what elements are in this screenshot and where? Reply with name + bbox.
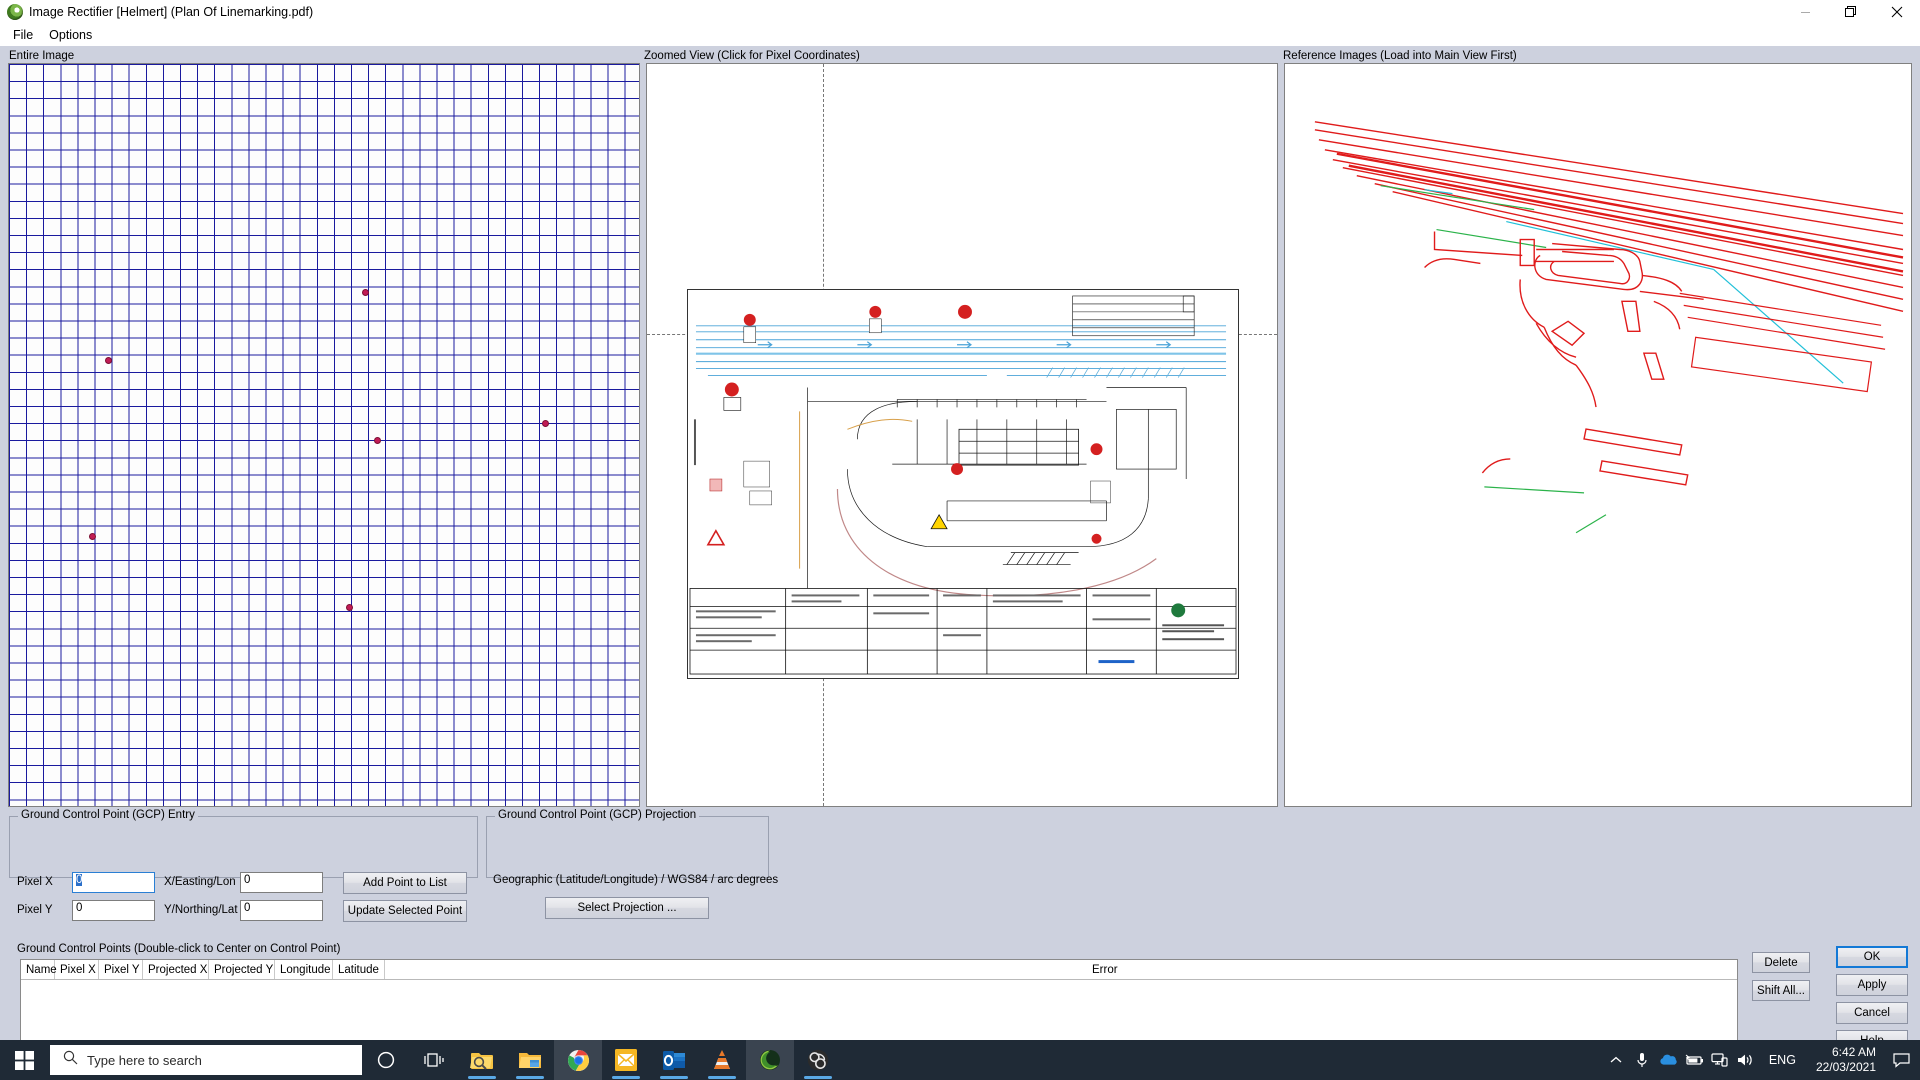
pixel-x-value: 0 <box>76 874 83 886</box>
onedrive-icon[interactable] <box>1655 1040 1681 1080</box>
pixel-x-label: Pixel X <box>17 876 53 888</box>
gcp-marker[interactable] <box>89 533 96 540</box>
clock[interactable]: 6:42 AM 22/03/2021 <box>1806 1040 1886 1080</box>
language-indicator[interactable]: ENG <box>1759 1053 1806 1067</box>
titlebar[interactable]: Image Rectifier [Helmert] (Plan Of Linem… <box>0 0 1920 24</box>
column-projected-y[interactable]: Projected Y <box>209 960 275 979</box>
zoomed-view-caption: Zoomed View (Click for Pixel Coordinates… <box>644 50 860 62</box>
show-hidden-icons-icon[interactable] <box>1603 1040 1629 1080</box>
easting-label: X/Easting/Lon <box>164 876 236 888</box>
northing-input[interactable]: 0 <box>240 900 323 921</box>
image-rectifier-window: Image Rectifier [Helmert] (Plan Of Linem… <box>0 0 1920 1073</box>
select-projection-button[interactable]: Select Projection ... <box>545 897 709 919</box>
chrome-icon[interactable] <box>554 1040 602 1080</box>
obs-icon[interactable] <box>794 1040 842 1080</box>
search-placeholder: Type here to search <box>87 1052 202 1068</box>
gcp-entry-title: Ground Control Point (GCP) Entry <box>18 809 198 821</box>
delete-button[interactable]: Delete <box>1752 952 1810 973</box>
close-button[interactable] <box>1874 0 1920 24</box>
oziexplorer-icon[interactable] <box>746 1040 794 1080</box>
mail-icon[interactable] <box>602 1040 650 1080</box>
pixel-y-value: 0 <box>76 902 83 914</box>
column-pixel-y[interactable]: Pixel Y <box>99 960 143 979</box>
gcp-marker[interactable] <box>542 420 549 427</box>
update-selected-point-button[interactable]: Update Selected Point <box>343 900 467 922</box>
reference-images-caption: Reference Images (Load into Main View Fi… <box>1283 50 1517 62</box>
easting-input[interactable]: 0 <box>240 872 323 893</box>
column-name[interactable]: Name <box>21 960 57 979</box>
pixel-y-input[interactable]: 0 <box>72 900 155 921</box>
microphone-icon[interactable] <box>1629 1040 1655 1080</box>
minimize-button[interactable] <box>1782 0 1828 24</box>
action-center-icon[interactable] <box>1886 1040 1916 1080</box>
northing-label: Y/Northing/Lat <box>164 904 238 916</box>
entire-image-caption: Entire Image <box>9 50 75 62</box>
taskbar: Type here to search ENG 6:42 AM 22/03/20… <box>0 1040 1920 1080</box>
cortana-icon[interactable] <box>362 1040 410 1080</box>
gcp-entry-group: Ground Control Point (GCP) Entry <box>9 809 478 878</box>
menu-file[interactable]: File <box>5 26 41 44</box>
client-area: Entire Image Zoomed View (Click for Pixe… <box>0 46 1920 1073</box>
restore-button[interactable] <box>1828 0 1874 24</box>
system-tray: ENG 6:42 AM 22/03/2021 <box>1603 1040 1920 1080</box>
entire-image-grid-overlay <box>9 64 639 806</box>
gcp-projection-title: Ground Control Point (GCP) Projection <box>495 809 700 821</box>
network-icon[interactable] <box>1707 1040 1733 1080</box>
zoomed-view[interactable] <box>646 63 1278 807</box>
file-explorer-icon[interactable] <box>506 1040 554 1080</box>
menu-options[interactable]: Options <box>41 26 100 44</box>
column-latitude[interactable]: Latitude <box>333 960 385 979</box>
column-error[interactable]: Error <box>1087 960 1147 979</box>
oziexplorer-globe-icon <box>7 4 23 20</box>
menubar: File Options <box>0 24 1920 46</box>
plan-sheet <box>687 289 1239 679</box>
volume-icon[interactable] <box>1733 1040 1759 1080</box>
pixel-x-input[interactable]: 0 <box>72 872 155 893</box>
cancel-button[interactable]: Cancel <box>1836 1002 1908 1024</box>
gcp-marker[interactable] <box>346 604 353 611</box>
window-title: Image Rectifier [Helmert] (Plan Of Linem… <box>29 5 314 19</box>
gcp-marker[interactable] <box>374 437 381 444</box>
vlc-icon[interactable] <box>698 1040 746 1080</box>
projection-description: Geographic (Latitude/Longitude) / WGS84 … <box>493 874 779 886</box>
search-icon <box>63 1050 78 1070</box>
add-point-to-list-button[interactable]: Add Point to List <box>343 872 467 894</box>
gcp-marker[interactable] <box>105 357 112 364</box>
task-view-icon[interactable] <box>410 1040 458 1080</box>
ok-button[interactable]: OK <box>1836 946 1908 968</box>
apply-button[interactable]: Apply <box>1836 974 1908 996</box>
column-projected-x[interactable]: Projected X <box>143 960 209 979</box>
window-controls <box>1782 0 1920 24</box>
start-button[interactable] <box>0 1040 48 1080</box>
column-pixel-x[interactable]: Pixel X <box>55 960 99 979</box>
shift-all-button[interactable]: Shift All... <box>1752 980 1810 1001</box>
reference-images-view[interactable] <box>1284 63 1912 807</box>
entire-image-view[interactable] <box>8 63 640 807</box>
clock-date: 22/03/2021 <box>1815 1060 1876 1074</box>
reference-cad-drawing <box>1285 64 1911 806</box>
column-spacer <box>385 960 1087 979</box>
column-longitude[interactable]: Longitude <box>275 960 333 979</box>
gcp-projection-group: Ground Control Point (GCP) Projection <box>486 809 769 878</box>
gcp-marker[interactable] <box>362 289 369 296</box>
search-input[interactable]: Type here to search <box>50 1045 362 1075</box>
zoomed-view-canvas[interactable] <box>647 64 1277 806</box>
outlook-icon[interactable] <box>650 1040 698 1080</box>
gcp-list-title: Ground Control Points (Double-click to C… <box>17 943 341 955</box>
easting-value: 0 <box>244 874 251 886</box>
gcp-list-header-row: Name Pixel X Pixel Y Projected X Project… <box>21 960 1737 980</box>
clock-time: 6:42 AM <box>1831 1045 1876 1059</box>
northing-value: 0 <box>244 902 251 914</box>
pixel-y-label: Pixel Y <box>17 904 53 916</box>
battery-icon[interactable] <box>1681 1040 1707 1080</box>
file-search-icon[interactable] <box>458 1040 506 1080</box>
